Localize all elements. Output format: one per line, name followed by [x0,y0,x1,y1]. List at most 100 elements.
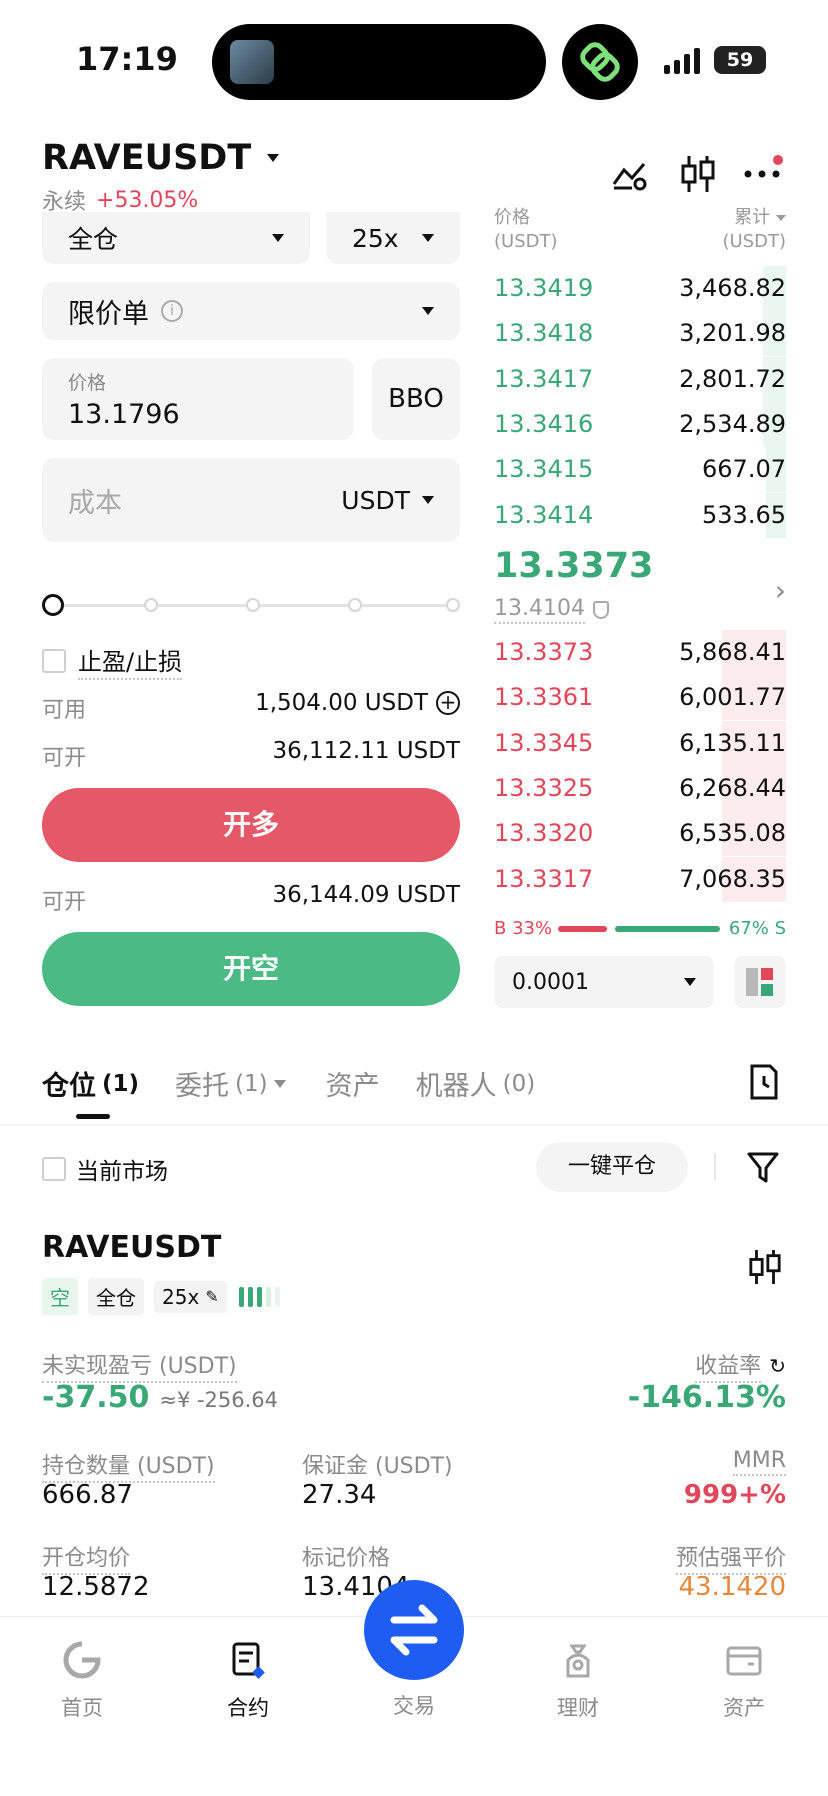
slider-tick[interactable] [348,598,362,612]
tab-positions[interactable]: 仓位 (1) [42,1064,139,1103]
info-icon[interactable]: i [161,300,183,322]
bbo-label: BBO [388,384,444,414]
tab-bots-label: 机器人 [415,1071,497,1102]
order-type-select[interactable]: 限价单 i [42,282,460,340]
orderbook-qty: 6,135.11 [679,728,786,757]
orderbook-price: 13.3416 [494,409,594,438]
bid-row[interactable]: 13.3317 7,068.35 [494,856,786,902]
order-type-value: 限价单 [68,298,149,330]
nav-wealth-label: 理财 [557,1696,599,1720]
tab-orders[interactable]: 委托 (1) [175,1064,286,1103]
orderbook-qty: 2,801.72 [679,364,786,393]
filter-divider [714,1154,716,1180]
ask-row[interactable]: 13.3419 3,468.82 [494,266,786,311]
current-market-checkbox[interactable]: 当前市场 [42,1152,168,1186]
tab-orders-count: (1) [235,1070,268,1097]
orderbook-price: 13.3317 [494,864,594,893]
open-long-button[interactable]: 开多 [42,788,460,862]
wealth-icon [558,1640,598,1680]
amount-slider[interactable] [42,594,462,618]
ask-row[interactable]: 13.3417 2,801.72 [494,356,786,402]
position-chart-icon[interactable] [748,1248,782,1286]
can-open-long-label: 可开 [42,746,87,771]
cost-input[interactable]: 成本 USDT [42,458,460,542]
price-input[interactable]: 价格 13.1796 [42,358,354,440]
unrealized-pnl-value: -37.50 [42,1380,150,1415]
chevron-down-icon [422,496,434,504]
wallet-icon [724,1640,764,1680]
margin-mode-select[interactable]: 全仓 [42,212,310,264]
ask-row[interactable]: 13.3415 667.07 [494,447,786,493]
slider-tick[interactable] [246,598,260,612]
close-all-button[interactable]: 一键平仓 [536,1142,688,1192]
orderbook-qty: 6,535.08 [679,819,786,848]
nav-assets[interactable]: 资产 [684,1640,804,1722]
nav-wealth[interactable]: 理财 [518,1640,638,1722]
swap-icon [390,1604,438,1656]
orderbook: 价格 (USDT) 累计 (USDT) 13.3419 3,468.82 13.34… [494,206,786,1008]
nav-trade[interactable]: 交易 [354,1690,474,1720]
bid-row[interactable]: 13.3361 6,001.77 [494,675,786,721]
symbol-selector[interactable]: RAVEUSDT [42,138,280,178]
mark-price: 13.4104 [494,596,585,624]
battery-level: 59 [726,49,754,71]
leverage-select[interactable]: 25x [326,212,460,264]
nav-home[interactable]: 首页 [22,1640,142,1722]
more-icon[interactable] [744,154,784,190]
orderbook-qty: 5,868.41 [679,638,786,666]
status-bar: 17:19 59 [0,0,828,110]
roe-label-row[interactable]: 收益率 ↻ [695,1348,786,1383]
orderbook-price: 13.3325 [494,773,594,802]
leverage-badge[interactable]: 25x ✎ [154,1280,227,1313]
checkbox-icon [42,649,66,673]
trade-fab[interactable] [364,1580,464,1680]
bid-row[interactable]: 13.3320 6,535.08 [494,811,786,857]
tab-bots[interactable]: 机器人 (0) [416,1064,536,1103]
ask-row[interactable]: 13.3418 3,201.98 [494,311,786,357]
orderbook-price: 13.3373 [494,638,594,666]
chart-line-icon[interactable] [612,156,648,192]
sell-ratio-bar [615,926,720,932]
tab-positions-count: (1) [102,1070,140,1097]
slider-handle[interactable] [42,594,64,616]
roe-value: -146.13% [627,1380,786,1415]
filter-icon[interactable] [746,1150,780,1184]
bid-row[interactable]: 13.3373 5,868.41 [494,630,786,675]
buy-sell-ratio: B 33% 67% S [494,918,786,940]
leverage-badge-value: 25x [162,1284,200,1309]
symbol-title: RAVEUSDT [42,138,252,178]
nav-contract[interactable]: 合约 [188,1640,308,1722]
app-thumbnail-icon [230,40,274,84]
history-icon[interactable] [748,1064,780,1100]
bid-row[interactable]: 13.3345 6,135.11 [494,720,786,766]
precision-select[interactable]: 0.0001 [494,956,714,1008]
position-symbol[interactable]: RAVEUSDT [42,1230,221,1265]
orderbook-qty: 3,201.98 [679,319,786,348]
orderbook-qty: 3,468.82 [679,274,786,302]
tp-sl-label: 止盈/止损 [78,642,183,680]
orderbook-qty-header[interactable]: 累计 (USDT) [722,206,786,254]
ask-row[interactable]: 13.3414 533.65 [494,492,786,538]
price-value: 13.1796 [68,399,180,430]
unrealized-pnl-label: 未实现盈亏 (USDT) [42,1348,237,1383]
cost-unit-select[interactable]: USDT [341,486,434,515]
open-short-button[interactable]: 开空 [42,932,460,1006]
candlestick-icon[interactable] [680,154,716,194]
orderbook-layout-icon[interactable] [734,956,786,1008]
plus-circle-icon[interactable]: + [436,691,460,715]
current-market-label: 当前市场 [76,1159,168,1185]
tab-assets[interactable]: 资产 [326,1064,380,1103]
unrealized-pnl-cny: ≈¥ -256.64 [159,1388,279,1412]
qty-header-unit: (USDT) [722,231,786,252]
chevron-down-icon [273,1079,286,1088]
chevron-right-icon[interactable]: › [775,574,786,607]
slider-tick[interactable] [446,598,460,612]
slider-tick[interactable] [144,598,158,612]
ask-row[interactable]: 13.3416 2,534.89 [494,401,786,447]
price-header-unit: (USDT) [494,231,558,252]
tp-sl-checkbox[interactable]: 止盈/止损 [42,642,183,680]
bbo-button[interactable]: BBO [372,358,460,440]
position-tabs: 仓位 (1) 委托 (1) 资产 机器人 (0) [42,1064,535,1103]
qty-header-label: 累计 [734,207,771,228]
bid-row[interactable]: 13.3325 6,268.44 [494,765,786,811]
